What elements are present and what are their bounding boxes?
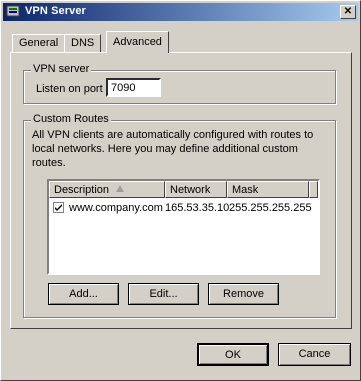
cancel-button-label: Cance bbox=[298, 348, 331, 360]
vpn-server-dialog: VPN Server ✕ General DNS Advanced VPN se… bbox=[0, 0, 361, 381]
routes-list-header: Description Network Mask bbox=[49, 181, 318, 198]
edit-button[interactable]: Edit... bbox=[128, 283, 199, 305]
column-network[interactable]: Network bbox=[165, 181, 227, 198]
ok-button-label: OK bbox=[225, 349, 241, 361]
remove-button-label: Remove bbox=[223, 288, 264, 300]
column-mask[interactable]: Mask bbox=[227, 181, 309, 198]
tab-advanced[interactable]: Advanced bbox=[106, 31, 169, 53]
edit-button-label: Edit... bbox=[149, 288, 178, 300]
sort-ascending-icon bbox=[116, 185, 124, 192]
column-network-label: Network bbox=[170, 184, 211, 196]
custom-routes-legend: Custom Routes bbox=[31, 113, 111, 125]
close-button[interactable]: ✕ bbox=[340, 5, 356, 19]
table-row[interactable]: www.company.com 165.53.35.10 255.255.255… bbox=[49, 200, 318, 216]
route-description: www.company.com bbox=[69, 202, 163, 214]
route-enabled-checkbox[interactable] bbox=[53, 202, 64, 213]
listen-port-label: Listen on port bbox=[36, 83, 103, 95]
tab-dns[interactable]: DNS bbox=[64, 34, 102, 52]
column-description-label: Description bbox=[54, 184, 110, 196]
tab-general-label: General bbox=[19, 37, 59, 49]
listen-port-input[interactable] bbox=[106, 78, 161, 97]
vpn-server-group: VPN server Listen on port bbox=[23, 63, 336, 104]
vpn-server-legend: VPN server bbox=[31, 63, 92, 75]
column-mask-label: Mask bbox=[232, 184, 259, 196]
window-title: VPN Server bbox=[25, 5, 86, 17]
routes-list[interactable]: Description Network Mask www.company.com… bbox=[47, 179, 320, 275]
title-bar[interactable]: VPN Server ✕ bbox=[3, 3, 358, 21]
route-mask: 255.255.255.255 bbox=[229, 202, 312, 214]
tab-general[interactable]: General bbox=[12, 34, 66, 52]
route-network: 165.53.35.10 bbox=[165, 202, 230, 214]
add-button-label: Add... bbox=[69, 288, 98, 300]
tab-advanced-label: Advanced bbox=[113, 36, 162, 48]
remove-button[interactable]: Remove bbox=[208, 283, 279, 305]
column-description[interactable]: Description bbox=[49, 181, 165, 198]
cancel-button[interactable]: Cance bbox=[278, 343, 351, 366]
column-filler bbox=[309, 181, 318, 198]
add-button[interactable]: Add... bbox=[48, 283, 119, 305]
custom-routes-description: All VPN clients are automatically config… bbox=[32, 129, 314, 169]
ok-button[interactable]: OK bbox=[197, 343, 269, 366]
tab-dns-label: DNS bbox=[71, 37, 95, 49]
vpn-server-icon bbox=[6, 4, 20, 18]
close-icon: ✕ bbox=[343, 6, 353, 17]
checkmark-icon bbox=[55, 204, 62, 211]
